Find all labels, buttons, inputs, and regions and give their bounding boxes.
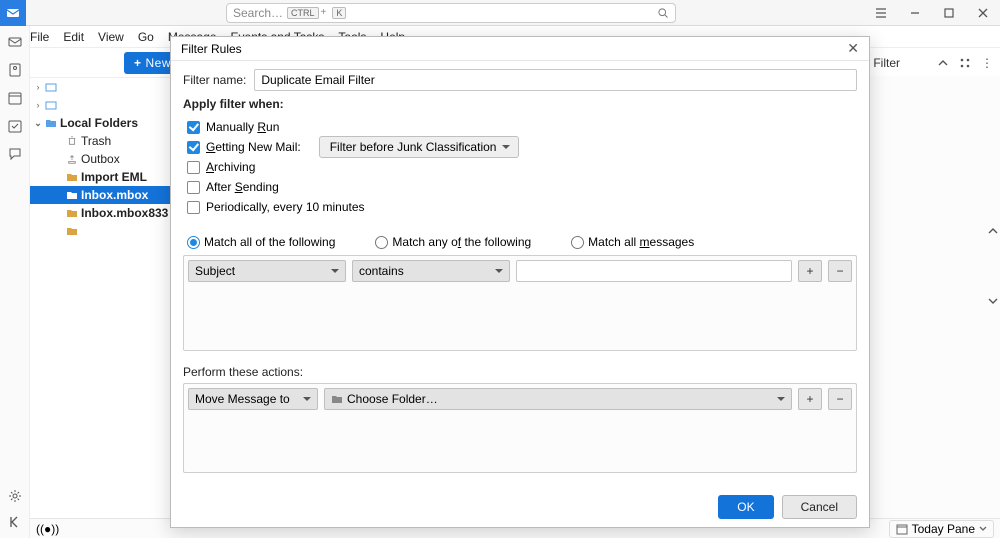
checkbox-getting-new-mail[interactable] bbox=[187, 141, 200, 154]
collapse-up-button[interactable] bbox=[936, 56, 950, 70]
label-archiving: Archiving bbox=[206, 160, 255, 174]
more-icon[interactable]: ⋮ bbox=[980, 56, 994, 70]
checkbox-archiving[interactable] bbox=[187, 161, 200, 174]
plus-icon: + bbox=[134, 56, 142, 70]
collapse-rail-icon[interactable] bbox=[7, 514, 23, 530]
chevron-down-icon bbox=[777, 392, 785, 406]
chevron-down-icon bbox=[303, 392, 311, 406]
folder-icon bbox=[66, 172, 78, 182]
cancel-button[interactable]: Cancel bbox=[782, 495, 857, 519]
perform-actions-label: Perform these actions: bbox=[183, 365, 857, 379]
title-bar: Search… CTRL + K bbox=[0, 0, 1000, 26]
global-search-input[interactable]: Search… CTRL + K bbox=[226, 3, 676, 23]
checkbox-after-sending[interactable] bbox=[187, 181, 200, 194]
sync-activity-icon[interactable]: ((●)) bbox=[36, 522, 59, 536]
dialog-titlebar: Filter Rules ✕ bbox=[171, 37, 869, 61]
menu-file[interactable]: File bbox=[30, 30, 49, 44]
folder-icon bbox=[66, 226, 78, 236]
spaces-toolbar bbox=[0, 26, 30, 538]
radio-match-all[interactable]: Match all of the following bbox=[187, 235, 335, 249]
actions-container: Move Message to Choose Folder… + − bbox=[183, 383, 857, 473]
label-getting-new-mail: Getting New Mail: bbox=[206, 140, 301, 154]
window-minimize-button[interactable] bbox=[898, 0, 932, 26]
checkbox-periodically[interactable] bbox=[187, 201, 200, 214]
folder-icon bbox=[331, 394, 343, 404]
scroll-up-icon[interactable] bbox=[988, 226, 998, 236]
today-pane-toggle[interactable]: Today Pane bbox=[889, 520, 994, 538]
chevron-down-icon bbox=[979, 525, 987, 533]
dialog-close-button[interactable]: ✕ bbox=[847, 40, 859, 57]
grid-icon[interactable] bbox=[958, 56, 972, 70]
menu-go[interactable]: Go bbox=[138, 30, 154, 44]
condition-field-select[interactable]: Subject bbox=[188, 260, 346, 282]
radio-match-any[interactable]: Match any of the following bbox=[375, 235, 531, 249]
filter-name-input[interactable] bbox=[254, 69, 857, 91]
calendar-icon bbox=[896, 523, 908, 535]
window-close-button[interactable] bbox=[966, 0, 1000, 26]
condition-row: Subject contains + − bbox=[188, 260, 852, 282]
chevron-down-icon bbox=[502, 140, 510, 154]
filter-name-label: Filter name: bbox=[183, 73, 246, 87]
window-maximize-button[interactable] bbox=[932, 0, 966, 26]
action-row: Move Message to Choose Folder… + − bbox=[188, 388, 852, 410]
checkbox-manually-run[interactable] bbox=[187, 121, 200, 134]
ok-button[interactable]: OK bbox=[718, 495, 773, 519]
chevron-down-icon bbox=[495, 264, 503, 278]
mail-space-icon[interactable] bbox=[7, 34, 23, 50]
search-icon bbox=[657, 7, 669, 19]
chat-space-icon[interactable] bbox=[7, 146, 23, 162]
condition-operator-select[interactable]: contains bbox=[352, 260, 510, 282]
timing-select[interactable]: Filter before Junk Classification bbox=[319, 136, 520, 158]
apply-when-label: Apply filter when: bbox=[183, 97, 284, 111]
settings-space-icon[interactable] bbox=[7, 488, 23, 504]
search-placeholder: Search… bbox=[233, 6, 283, 20]
kbd-k: K bbox=[332, 7, 346, 19]
kbd-ctrl: CTRL bbox=[287, 7, 319, 19]
label-manually-run: Manually Run bbox=[206, 120, 279, 134]
chevron-down-icon bbox=[331, 264, 339, 278]
app-icon bbox=[0, 0, 26, 26]
menu-view[interactable]: View bbox=[98, 30, 124, 44]
address-book-space-icon[interactable] bbox=[7, 62, 23, 78]
condition-value-input[interactable] bbox=[516, 260, 792, 282]
menu-edit[interactable]: Edit bbox=[63, 30, 84, 44]
label-periodically: Periodically, every 10 minutes bbox=[206, 200, 365, 214]
dialog-footer: OK Cancel bbox=[171, 487, 869, 527]
outbox-icon bbox=[66, 154, 78, 164]
calendar-space-icon[interactable] bbox=[7, 90, 23, 106]
folder-icon bbox=[66, 208, 78, 218]
action-type-select[interactable]: Move Message to bbox=[188, 388, 318, 410]
conditions-container: Subject contains + − bbox=[183, 255, 857, 351]
filter-rules-dialog: Filter Rules ✕ Filter name: Apply filter… bbox=[170, 36, 870, 528]
add-action-button[interactable]: + bbox=[798, 388, 822, 410]
hamburger-menu-button[interactable] bbox=[864, 0, 898, 26]
dialog-title: Filter Rules bbox=[181, 42, 242, 56]
label-after-sending: After Sending bbox=[206, 180, 279, 194]
tasks-space-icon[interactable] bbox=[7, 118, 23, 134]
folder-icon bbox=[66, 190, 78, 200]
remove-condition-button[interactable]: − bbox=[828, 260, 852, 282]
radio-match-all-messages[interactable]: Match all messages bbox=[571, 235, 694, 249]
add-condition-button[interactable]: + bbox=[798, 260, 822, 282]
remove-action-button[interactable]: − bbox=[828, 388, 852, 410]
trash-icon bbox=[66, 136, 78, 146]
scroll-down-icon[interactable] bbox=[988, 296, 998, 306]
action-folder-select[interactable]: Choose Folder… bbox=[324, 388, 792, 410]
